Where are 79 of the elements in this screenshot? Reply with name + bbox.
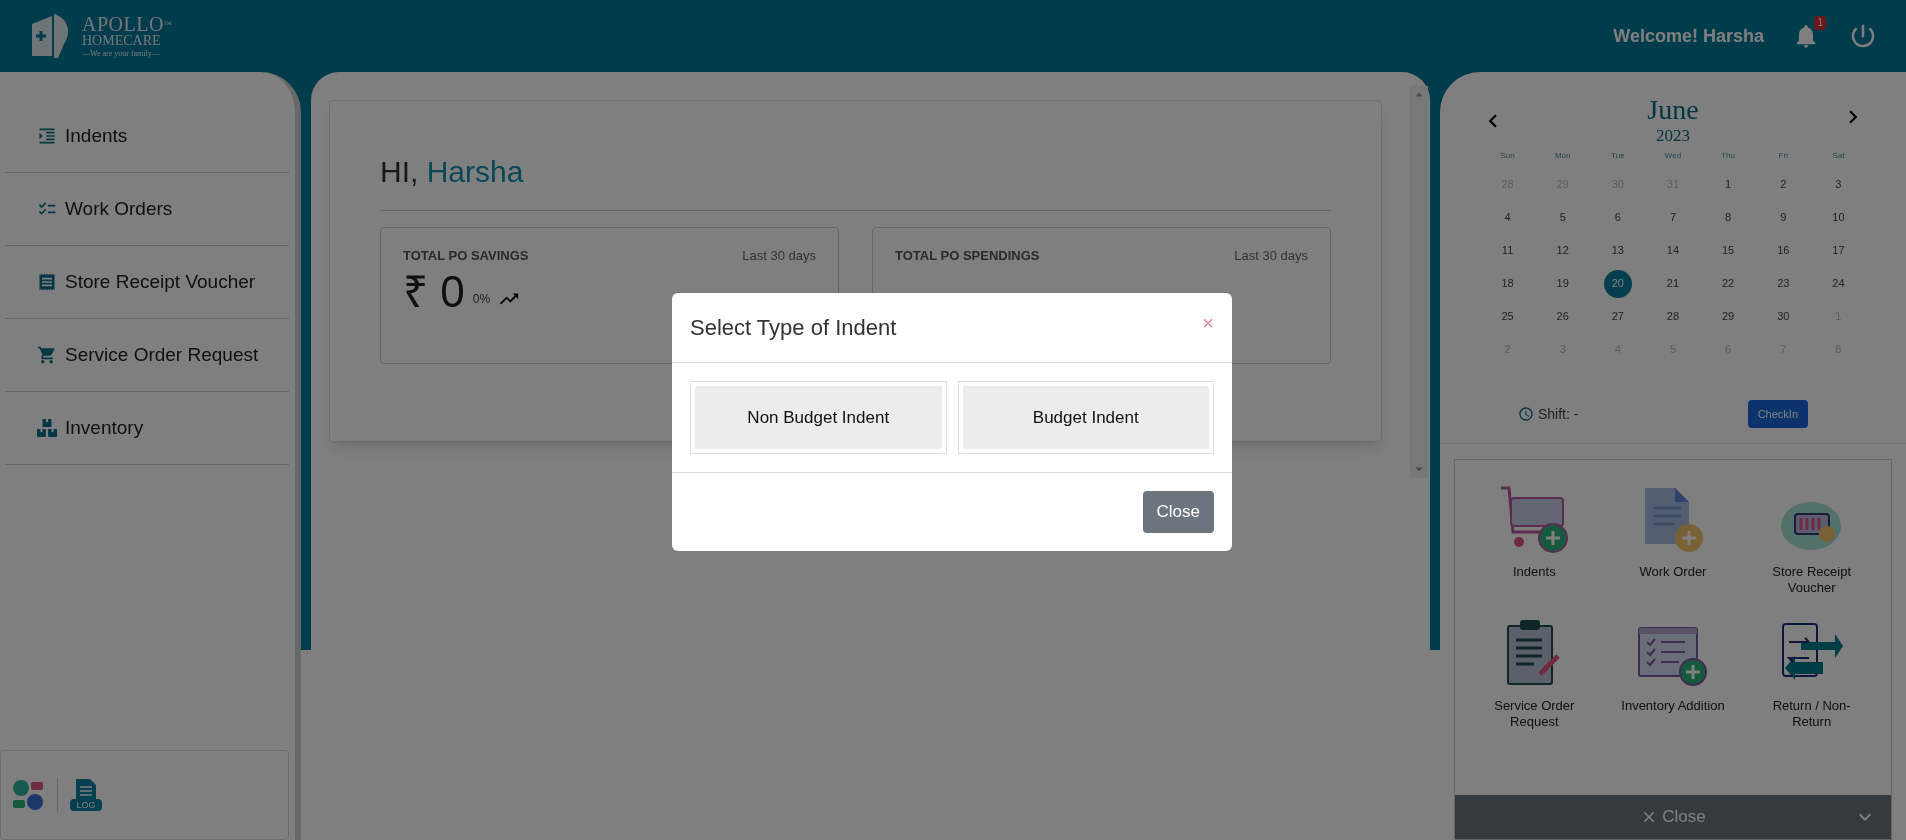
shift-label: Shift: - — [1538, 404, 1579, 424]
quick-action-tile[interactable]: Inventory Addition — [1603, 614, 1743, 740]
close-bar[interactable]: Close — [1455, 795, 1891, 839]
calendar-day[interactable]: 7 — [1669, 209, 1677, 226]
indent-option-button[interactable]: Budget Indent — [962, 386, 1209, 449]
stat-period: Last 30 days — [742, 247, 816, 265]
calendar-day[interactable]: 18 — [1501, 275, 1514, 292]
weekday-label: Wed — [1663, 150, 1683, 162]
sidebar-item[interactable]: Work Orders — [5, 173, 289, 246]
greeting-heading: HI, Harsha — [380, 149, 1331, 211]
indent-option-button[interactable]: Non Budget Indent — [695, 386, 942, 449]
calendar-day[interactable]: 21 — [1666, 275, 1680, 292]
calendar-day[interactable]: 4 — [1504, 209, 1511, 226]
calendar-day[interactable]: 17 — [1832, 242, 1845, 259]
close-button[interactable]: × — [1202, 307, 1214, 338]
logo-subtitle: HOMECARE — [82, 34, 162, 48]
logo-tagline: —We are your family— — [82, 50, 161, 58]
calendar-day[interactable]: 3 — [1835, 176, 1842, 193]
calendar-day[interactable]: 23 — [1777, 275, 1790, 292]
calendar-day[interactable]: 9 — [1780, 209, 1787, 226]
stat-period: Last 30 days — [1234, 247, 1308, 265]
clock-icon — [1518, 406, 1534, 422]
boxes-icon — [37, 418, 57, 438]
logo-name: APOLLO$^{™}$ — [82, 14, 173, 34]
calendar-day[interactable]: 19 — [1556, 275, 1569, 292]
checkin-button[interactable]: CheckIn — [1747, 400, 1808, 428]
calendar-day[interactable]: 28 — [1666, 308, 1680, 325]
calendar-day[interactable]: 5 — [1559, 209, 1566, 226]
weekday-label: Fri — [1777, 150, 1789, 162]
scrollbar[interactable] — [1410, 86, 1428, 478]
weekday-label: Sun — [1499, 150, 1516, 162]
stat-value: ₹ 0 — [403, 265, 465, 318]
calendar-day[interactable]: 30 — [1777, 308, 1790, 325]
calendar-year: 2023 — [1656, 126, 1690, 146]
quick-action-tile[interactable]: Return / Non-Return — [1742, 614, 1881, 740]
notification-badge: 1 — [1814, 16, 1826, 30]
calendar-month: June — [1647, 94, 1699, 126]
sidebar-item[interactable]: Indents — [5, 100, 289, 173]
stat-title: TOTAL PO SAVINGS — [403, 247, 529, 265]
stat-change: 0% — [472, 290, 491, 308]
quick-action-tile[interactable]: Service Order Request — [1465, 614, 1604, 740]
calendar-day[interactable]: 15 — [1722, 242, 1735, 259]
checklist-icon — [1637, 624, 1709, 688]
calendar-day[interactable]: 14 — [1666, 242, 1680, 259]
dialog-close-button[interactable]: Close — [1142, 491, 1214, 533]
quick-action-tile[interactable]: Work Order — [1603, 480, 1743, 606]
calendar-day[interactable]: 10 — [1832, 209, 1845, 226]
calendar-day[interactable]: 26 — [1556, 308, 1569, 325]
weekday-label: Tue — [1610, 150, 1626, 162]
dialog-title: Select Type of Indent — [690, 314, 897, 342]
calendar-day[interactable]: 22 — [1722, 275, 1735, 292]
calendar-day[interactable]: 25 — [1501, 308, 1514, 325]
close-bar-label[interactable]: Close — [1662, 804, 1706, 830]
quick-action-tile[interactable]: Store Receipt Voucher — [1742, 480, 1881, 606]
calendar-day[interactable]: 13 — [1611, 242, 1624, 259]
calendar-day[interactable]: 29 — [1722, 308, 1735, 325]
welcome-text: Welcome! Harsha — [1613, 24, 1764, 48]
sidebar-item[interactable]: Store Receipt Voucher — [5, 246, 289, 319]
calendar-day[interactable]: 1 — [1725, 176, 1732, 193]
calendar-day[interactable]: 6 — [1614, 209, 1621, 226]
calendar-day[interactable]: 20 — [1603, 269, 1632, 298]
calendar-day[interactable]: 11 — [1501, 242, 1514, 259]
quick-action-tile[interactable]: Indents — [1465, 480, 1604, 606]
weekday-label: Mon — [1553, 150, 1572, 162]
calendar-day[interactable]: 12 — [1556, 242, 1569, 259]
chat-users-icon[interactable] — [11, 778, 45, 812]
calendar-day[interactable]: 24 — [1832, 275, 1845, 292]
weekday-label: Sat — [1831, 150, 1846, 162]
weekday-label: Thu — [1720, 150, 1737, 162]
sidebar-item[interactable]: Inventory — [5, 392, 289, 465]
calendar-day[interactable]: 27 — [1611, 308, 1624, 325]
receipt-icon — [37, 272, 57, 292]
indent-icon — [37, 126, 57, 146]
sidebar-item[interactable]: Service Order Request — [5, 319, 289, 392]
stat-title: TOTAL PO SPENDINGS — [895, 247, 1040, 265]
calendar-day[interactable]: 2 — [1780, 176, 1787, 193]
cart-icon — [37, 345, 57, 365]
calendar-day[interactable]: 8 — [1725, 209, 1732, 226]
calendar-day[interactable]: 16 — [1777, 242, 1790, 259]
